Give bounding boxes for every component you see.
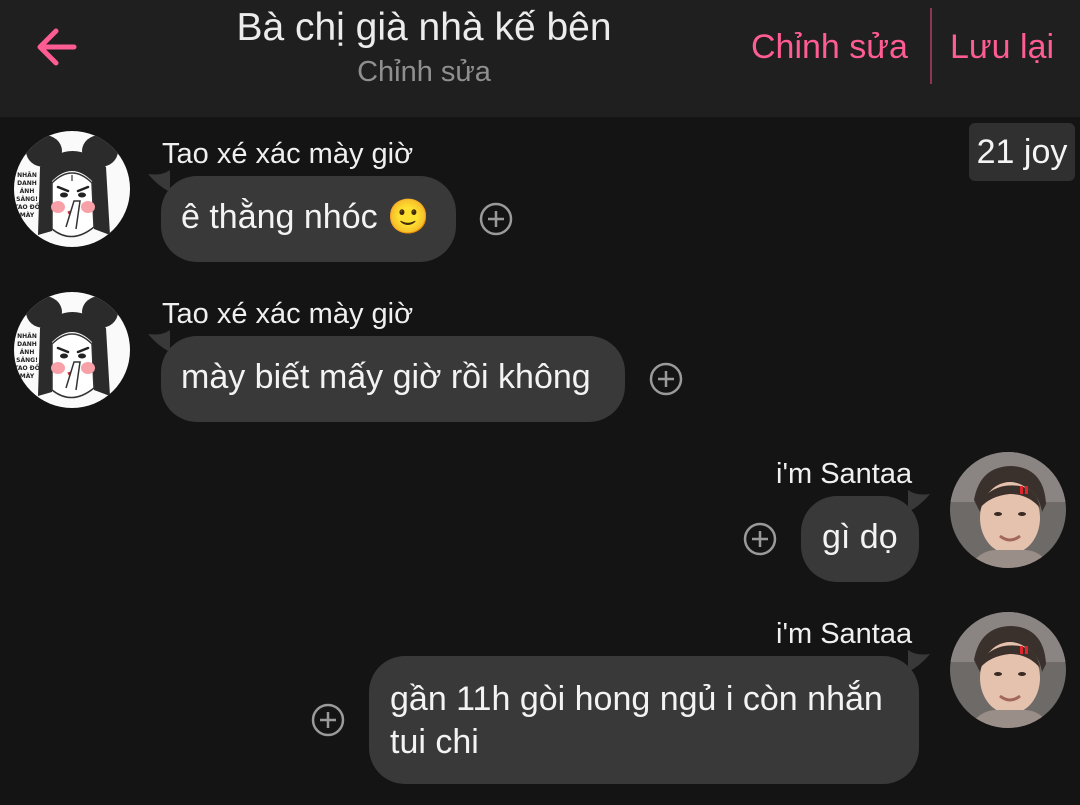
- joy-badge[interactable]: 21 joy: [969, 123, 1075, 181]
- avatar-caption-line: DANH: [17, 341, 37, 348]
- back-button[interactable]: [28, 22, 84, 72]
- add-reaction-icon[interactable]: [743, 522, 777, 556]
- chat-title: Bà chị già nhà kế bên: [236, 6, 612, 49]
- avatar-caption-line: TAO ĐỒ: [14, 363, 40, 372]
- chat-subtitle: Chỉnh sửa: [357, 56, 491, 88]
- my-avatar[interactable]: [950, 612, 1066, 728]
- message-text: gì dọ: [822, 518, 898, 556]
- avatar-caption-line: NHÂN: [17, 172, 37, 179]
- bubble-tail: [908, 490, 930, 512]
- avatar-caption-line: TAO ĐỒ: [14, 202, 40, 211]
- avatar-caption-line: ÁNH: [20, 188, 35, 195]
- message-text-line: gần 11h gòi hong ngủ i còn nhắn: [390, 680, 883, 718]
- avatar-caption-line: DANH: [17, 180, 37, 187]
- sender-name: Tao xé xác mày giờ: [162, 138, 414, 170]
- avatar-caption-line: SÁNG!: [16, 196, 38, 203]
- message-text-line: tui chi: [390, 723, 479, 761]
- bubble-tail: [148, 330, 170, 352]
- arrow-left-icon: [37, 28, 77, 66]
- save-button[interactable]: Lưu lại: [950, 28, 1054, 67]
- cartoon-girl-avatar-icon: NHÂN DANH ÁNH SÁNG! TAO ĐỒ MÀY: [14, 292, 130, 408]
- add-reaction-icon[interactable]: [649, 362, 683, 396]
- message-bubble[interactable]: gì dọ: [801, 496, 919, 582]
- avatar-caption-line: NHÂN: [17, 333, 37, 340]
- header-divider: [930, 8, 932, 84]
- user-photo-avatar-icon: [950, 452, 1066, 568]
- add-reaction-icon[interactable]: [311, 703, 345, 737]
- avatar-caption-line: MÀY: [20, 373, 35, 380]
- sender-name: i'm Santaa: [776, 618, 913, 650]
- edit-button[interactable]: Chỉnh sửa: [751, 28, 908, 67]
- sender-avatar[interactable]: NHÂN DANH ÁNH SÁNG! TAO ĐỒ MÀY: [14, 292, 130, 408]
- add-reaction-icon[interactable]: [479, 202, 513, 236]
- avatar-caption-line: MÀY: [20, 212, 35, 219]
- bubble-tail: [148, 170, 170, 192]
- sender-avatar[interactable]: NHÂN DANH ÁNH SÁNG! TAO ĐỒ MÀY: [14, 131, 130, 247]
- cartoon-girl-avatar-icon: NHÂN DANH ÁNH SÁNG! TAO ĐỒ MÀY: [14, 131, 130, 247]
- my-avatar[interactable]: [950, 452, 1066, 568]
- message-text: ê thằng nhóc 🙂: [181, 198, 430, 236]
- avatar-caption-line: SÁNG!: [16, 357, 38, 364]
- user-photo-avatar-icon: [950, 612, 1066, 728]
- chat-header: Bà chị già nhà kế bên Chỉnh sửa Chỉnh sử…: [0, 0, 1080, 117]
- message-bubble[interactable]: gần 11h gòi hong ngủ i còn nhắn tui chi: [369, 656, 919, 784]
- sender-name: i'm Santaa: [776, 458, 913, 490]
- message-text: mày biết mấy giờ rồi không: [181, 358, 591, 396]
- avatar-caption-line: ÁNH: [20, 349, 35, 356]
- message-bubble[interactable]: mày biết mấy giờ rồi không: [161, 336, 625, 422]
- sender-name: Tao xé xác mày giờ: [162, 298, 414, 330]
- bubble-tail: [908, 650, 930, 672]
- message-bubble[interactable]: ê thằng nhóc 🙂: [161, 176, 456, 262]
